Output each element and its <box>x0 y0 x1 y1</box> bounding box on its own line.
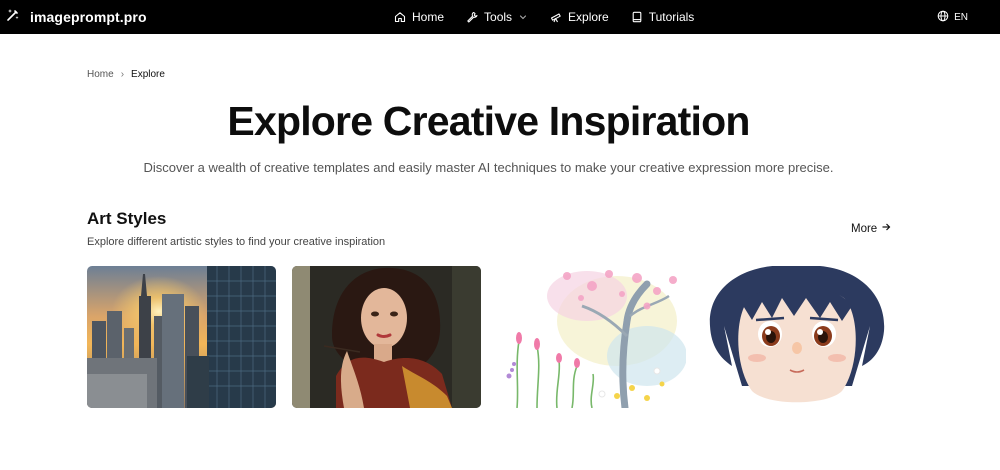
book-icon <box>631 11 643 23</box>
nav-explore[interactable]: Explore <box>550 10 609 24</box>
more-label: More <box>851 222 878 235</box>
breadcrumb-home[interactable]: Home <box>87 69 114 80</box>
watercolor-tree-image <box>497 266 686 408</box>
language-label: EN <box>954 11 968 23</box>
language-selector[interactable]: EN <box>937 0 968 34</box>
home-icon <box>394 11 406 23</box>
anime-girl-image <box>702 266 891 408</box>
telescope-icon <box>550 11 562 23</box>
chevron-down-icon <box>518 12 528 22</box>
nav-tutorials-label: Tutorials <box>648 10 695 24</box>
nav-tools[interactable]: Tools <box>466 10 528 24</box>
main-nav: Home Tools Explore Tutorials <box>394 0 694 34</box>
breadcrumb-separator: › <box>120 69 125 80</box>
breadcrumb-current: Explore <box>131 69 165 80</box>
art-style-card-portrait[interactable] <box>292 266 481 408</box>
brand[interactable]: imageprompt.pro <box>6 0 147 34</box>
art-style-card-anime[interactable] <box>702 266 891 408</box>
oil-portrait-image <box>292 266 481 408</box>
magic-wand-icon <box>6 8 20 27</box>
arrow-right-icon <box>881 222 891 235</box>
wrench-icon <box>466 11 478 23</box>
nav-tutorials[interactable]: Tutorials <box>631 10 695 24</box>
brand-name: imageprompt.pro <box>30 9 147 25</box>
art-style-card-city[interactable] <box>87 266 276 408</box>
art-style-card-watercolor[interactable] <box>497 266 686 408</box>
nav-home[interactable]: Home <box>394 10 444 24</box>
nav-tools-label: Tools <box>484 10 513 24</box>
page-title: Explore Creative Inspiration <box>227 98 750 144</box>
page-subtitle: Discover a wealth of creative templates … <box>143 160 834 175</box>
globe-icon <box>937 10 949 25</box>
city-skyline-image <box>87 266 276 408</box>
breadcrumb: Home › Explore <box>87 69 165 80</box>
top-navbar: imageprompt.pro Home Tools Explore Tutor… <box>0 0 1000 34</box>
more-link[interactable]: More <box>851 222 891 235</box>
section-title: Art Styles <box>87 209 167 228</box>
nav-explore-label: Explore <box>568 10 609 24</box>
nav-home-label: Home <box>412 10 445 24</box>
section-description: Explore different artistic styles to fin… <box>87 236 386 248</box>
